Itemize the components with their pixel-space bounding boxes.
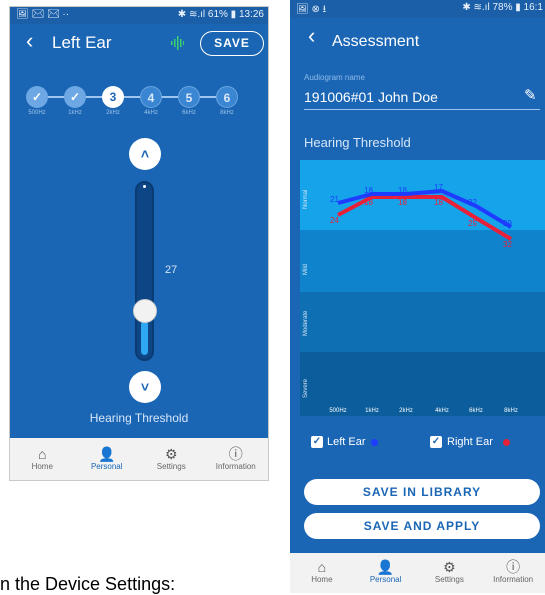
left-ear-color-dot	[371, 439, 378, 446]
bottom-nav: ⌂ Home 👤 Personal ⚙ Settings ⓘ Information	[10, 438, 269, 480]
step-3[interactable]: 3	[102, 86, 124, 108]
band-label: Severe	[303, 378, 309, 398]
nav-home[interactable]: ⌂ Home	[290, 559, 354, 584]
threshold-value: 27	[165, 264, 178, 276]
step-frequency-label: 4kHz	[144, 110, 158, 116]
nav-home[interactable]: ⌂ Home	[10, 446, 75, 471]
status-info: ✱ ≋.ıl 78% ▮ 16:1	[462, 2, 543, 13]
left-phone-screen: 🖼 ✉ ✉ ·· ✱ ≋.ıl 61% ▮ 13:26 ‹ Left Ear S…	[9, 6, 269, 481]
home-icon: ⌂	[317, 559, 327, 575]
save-in-library-button[interactable]: SAVE IN LIBRARY	[304, 479, 540, 505]
settings-icon: ⚙	[443, 559, 456, 575]
threshold-slider-fill	[141, 321, 148, 355]
page-title: Left Ear	[52, 33, 112, 52]
step-frequency-label: 6kHz	[182, 110, 196, 116]
right-ear-value-label: 25	[468, 219, 477, 228]
nav-label: Home	[311, 575, 333, 584]
band-label: Moderate	[303, 310, 309, 336]
step-frequency-label: 2kHz	[106, 110, 120, 116]
nav-settings[interactable]: ⚙ Settings	[418, 559, 482, 584]
frequency-tick: 6kHz	[469, 408, 483, 414]
left-ear-label: Left Ear	[327, 436, 366, 448]
right-ear-label: Right Ear	[447, 436, 493, 448]
step-6[interactable]: 6	[216, 86, 238, 108]
frequency-tick: 500Hz	[329, 408, 347, 414]
save-and-apply-button[interactable]: SAVE AND APPLY	[304, 513, 540, 539]
decrease-threshold-button[interactable]: ˅	[129, 371, 161, 403]
document-caption: n the Device Settings:	[0, 574, 176, 594]
right-phone-screen: 🖼 ⊗ ⭳ ✱ ≋.ıl 78% ▮ 16:1 ‹ Assessment Aud…	[290, 0, 545, 593]
bottom-nav: ⌂ Home 👤 Personal ⚙ Settings ⓘ Information	[290, 553, 545, 593]
nav-label: Information	[493, 575, 534, 584]
left-ear-value-label: 18	[398, 186, 407, 195]
step-4[interactable]: 4	[140, 86, 162, 108]
nav-personal[interactable]: 👤 Personal	[75, 446, 140, 471]
nav-label: Home	[31, 462, 53, 471]
left-ear-value-label: 29	[503, 219, 512, 228]
status-info: ✱ ≋.ıl 61% ▮ 13:26	[177, 9, 264, 20]
nav-information[interactable]: ⓘ Information	[481, 559, 545, 584]
back-arrow-icon[interactable]: ‹	[26, 22, 33, 60]
left-ear-checkbox[interactable]: ✓	[311, 436, 323, 448]
step-frequency-label: 500Hz	[28, 110, 46, 116]
audiogram-name-input[interactable]: 191006#01 John Doe	[304, 89, 438, 105]
right-ear-checkbox[interactable]: ✓	[430, 436, 442, 448]
back-arrow-icon[interactable]: ‹	[308, 25, 315, 47]
step-1[interactable]: ✓	[26, 86, 48, 108]
app-bar: ‹ Left Ear SAVE	[10, 24, 268, 62]
page-title: Assessment	[332, 33, 420, 50]
step-frequency-label: 1kHz	[68, 110, 82, 116]
right-ear-value-label: 32	[503, 240, 512, 249]
right-ear-value-label: 18	[434, 198, 443, 207]
nav-label: Information	[215, 462, 256, 471]
information-icon: ⓘ	[506, 559, 521, 575]
nav-personal[interactable]: 👤 Personal	[354, 559, 418, 584]
audiogram-chart: 24 18 18 18 25 32 21 18 18 17 22 29	[300, 160, 545, 416]
step-frequency-label: 8kHz	[220, 110, 234, 116]
left-ear-value-label: 18	[364, 186, 373, 195]
band-moderate	[300, 292, 545, 352]
right-ear-color-dot	[503, 439, 510, 446]
audio-activity-icon	[171, 36, 184, 50]
left-ear-value-label: 17	[434, 183, 443, 192]
status-icons-left: 🖼 ⊗ ⭳	[296, 4, 327, 15]
band-label: Mild	[303, 263, 309, 275]
audiogram-name-label: Audiogram name	[304, 73, 365, 82]
status-bar: 🖼 ⊗ ⭳ ✱ ≋.ıl 78% ▮ 16:1	[290, 0, 545, 18]
nav-settings[interactable]: ⚙ Settings	[139, 446, 204, 471]
frequency-tick: 1kHz	[365, 408, 379, 414]
right-ear-value-label: 18	[398, 198, 407, 207]
edit-pencil-icon[interactable]: ✎	[524, 86, 537, 104]
personal-icon: 👤	[98, 446, 116, 462]
right-ear-value-label: 18	[364, 198, 373, 207]
slider-caption: Hearing Threshold	[89, 411, 189, 425]
frequency-tick: 2kHz	[399, 408, 413, 414]
band-label: Normal	[303, 189, 309, 209]
nav-label: Personal	[369, 575, 402, 584]
nav-label: Personal	[90, 462, 123, 471]
section-title: Hearing Threshold	[304, 135, 411, 150]
step-5[interactable]: 5	[178, 86, 200, 108]
information-icon: ⓘ	[228, 446, 243, 462]
frequency-tick: 8kHz	[504, 408, 518, 414]
slider-top-marker	[143, 185, 146, 188]
band-severe	[300, 352, 545, 416]
step-2[interactable]: ✓	[64, 86, 86, 108]
nav-label: Settings	[434, 575, 464, 584]
nav-label: Settings	[156, 462, 186, 471]
status-icons-left: 🖼 ✉ ✉ ··	[16, 9, 70, 20]
settings-icon: ⚙	[164, 446, 178, 462]
left-ear-value-label: 21	[330, 195, 339, 204]
personal-icon: 👤	[376, 559, 395, 575]
left-ear-value-label: 22	[468, 198, 477, 207]
frequency-tick: 4kHz	[435, 408, 449, 414]
save-button[interactable]: SAVE	[200, 31, 264, 56]
increase-threshold-button[interactable]: ˄	[129, 138, 161, 170]
status-bar: 🖼 ✉ ✉ ·· ✱ ≋.ıl 61% ▮ 13:26	[10, 7, 268, 24]
home-icon: ⌂	[38, 446, 47, 462]
right-ear-value-label: 24	[330, 216, 339, 225]
nav-information[interactable]: ⓘ Information	[204, 446, 269, 471]
input-underline	[304, 109, 540, 110]
